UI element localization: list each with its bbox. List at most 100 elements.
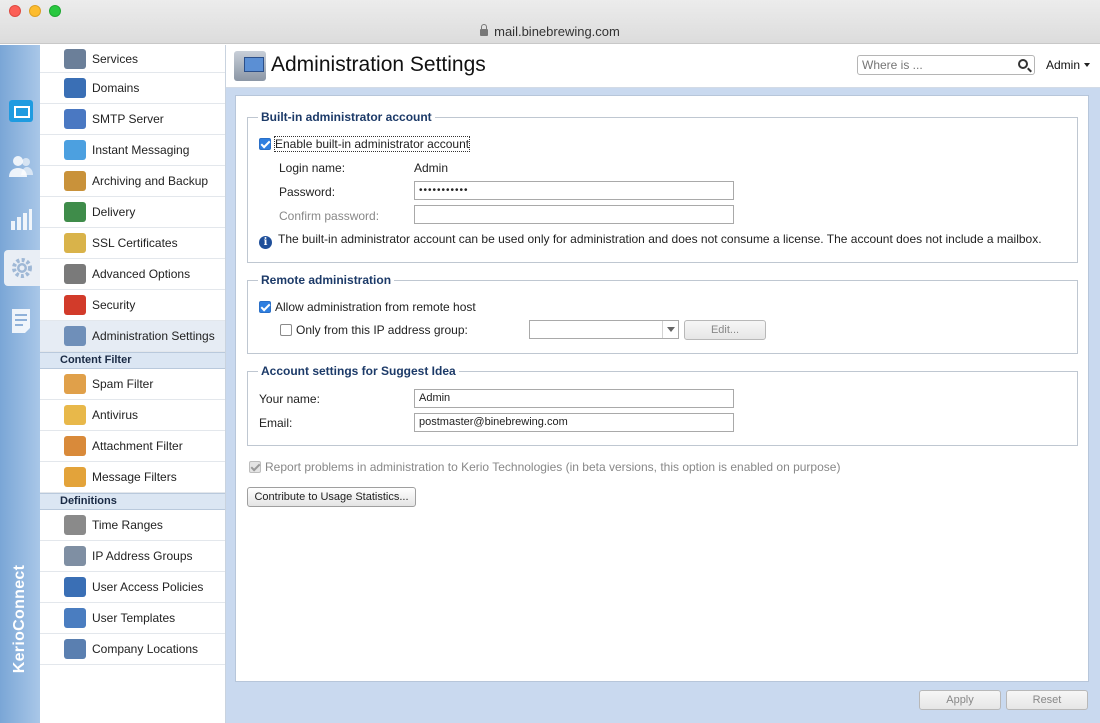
remote-admin-fieldset: Remote administration Allow administrati…	[247, 273, 1078, 354]
address-bar[interactable]: mail.binebrewing.com	[0, 24, 1100, 39]
window-maximize-button[interactable]	[49, 5, 61, 17]
builtin-admin-legend: Built-in administrator account	[258, 110, 435, 124]
sidebar-item-label: Attachment Filter	[92, 439, 183, 453]
report-problems-row[interactable]: Report problems in administration to Ker…	[249, 460, 840, 474]
company-locations-icon	[64, 639, 86, 659]
notes-icon	[12, 309, 30, 333]
rail-mail[interactable]	[4, 93, 38, 129]
sidebar-item-archiving-and-backup[interactable]: Archiving and Backup	[40, 166, 225, 197]
smtp-server-icon	[64, 109, 86, 129]
sidebar-item-security[interactable]: Security	[40, 290, 225, 321]
sidebar-item-company-locations[interactable]: Company Locations	[40, 634, 225, 665]
sidebar-item-administration-settings[interactable]: Administration Settings	[40, 321, 225, 352]
lock-icon	[480, 24, 489, 36]
sidebar-item-user-access-policies[interactable]: User Access Policies	[40, 572, 225, 603]
rail-contacts[interactable]	[4, 148, 38, 184]
admin-settings-icon	[64, 326, 86, 346]
mail-icon	[9, 100, 33, 122]
sidebar-item-label: Domains	[92, 81, 140, 95]
login-name-value: Admin	[414, 161, 449, 175]
page-header: Administration Settings Admin	[226, 45, 1100, 88]
only-ip-group-row[interactable]: Only from this IP address group:	[280, 323, 468, 337]
email-label: Email:	[259, 416, 293, 430]
sidebar-section-content-filter: Content Filter	[40, 352, 225, 369]
sidebar-nav: Services Domains SMTP Server Instant Messag…	[40, 45, 226, 723]
archive-box-icon	[64, 171, 86, 191]
search-input[interactable]	[858, 56, 1008, 74]
antivirus-icon	[64, 405, 86, 425]
page-title: Administration Settings	[271, 53, 486, 76]
sidebar-item-antivirus[interactable]: Antivirus	[40, 400, 225, 431]
sidebar-item-user-templates[interactable]: User Templates	[40, 603, 225, 634]
confirm-password-field[interactable]	[414, 205, 734, 224]
stop-hand-icon	[64, 295, 86, 315]
ip-group-select[interactable]	[529, 320, 679, 339]
reset-button[interactable]: Reset	[1006, 690, 1088, 710]
contribute-usage-statistics-button[interactable]: Contribute to Usage Statistics...	[247, 487, 416, 507]
report-problems-checkbox[interactable]	[249, 461, 261, 473]
chevron-down-icon	[1084, 63, 1091, 67]
sidebar-item-label: Company Locations	[92, 642, 199, 656]
sidebar-item-delivery[interactable]: Delivery	[40, 197, 225, 228]
allow-remote-row[interactable]: Allow administration from remote host	[259, 300, 476, 314]
sidebar-item-label: Archiving and Backup	[92, 174, 209, 188]
sidebar-item-label: User Templates	[92, 611, 176, 625]
app-rail: KerioConnect	[0, 45, 40, 723]
search-box[interactable]	[857, 55, 1035, 75]
rail-configuration[interactable]	[4, 250, 40, 286]
sidebar-item-label: Instant Messaging	[92, 143, 190, 157]
sidebar-item-domains[interactable]: Domains	[40, 73, 225, 104]
only-ip-group-checkbox[interactable]	[280, 324, 292, 336]
window-minimize-button[interactable]	[29, 5, 41, 17]
edit-ip-group-button[interactable]: Edit...	[684, 320, 766, 340]
sidebar-item-label: Spam Filter	[92, 377, 154, 391]
brand-logo: KerioConnect	[11, 564, 28, 674]
apply-button[interactable]: Apply	[919, 690, 1001, 710]
sidebar-item-label: Services	[92, 51, 139, 66]
sidebar-item-instant-messaging[interactable]: Instant Messaging	[40, 135, 225, 166]
at-sign-icon	[64, 78, 86, 98]
url-text: mail.binebrewing.com	[494, 24, 620, 39]
rail-statistics[interactable]	[4, 201, 38, 237]
remote-admin-legend: Remote administration	[258, 273, 395, 287]
search-icon[interactable]	[1018, 59, 1028, 69]
sidebar-item-label: Administration Settings	[92, 329, 215, 343]
admin-settings-page-icon	[234, 51, 266, 81]
sidebar-item-time-ranges[interactable]: Time Ranges	[40, 510, 225, 541]
enable-builtin-checkbox[interactable]	[259, 138, 271, 150]
enable-builtin-row[interactable]: Enable built-in administrator account	[259, 136, 471, 152]
allow-remote-label[interactable]: Allow administration from remote host	[275, 300, 476, 314]
sidebar-item-advanced-options[interactable]: Advanced Options	[40, 259, 225, 290]
builtin-admin-fieldset: Built-in administrator account Enable bu…	[247, 110, 1078, 263]
rail-logs[interactable]	[4, 303, 38, 339]
sidebar-item-label: SMTP Server	[92, 112, 164, 126]
window-close-button[interactable]	[9, 5, 21, 17]
sidebar-item-label: User Access Policies	[92, 580, 204, 594]
user-menu[interactable]: Admin	[1046, 58, 1091, 72]
sidebar-item-ip-address-groups[interactable]: IP Address Groups	[40, 541, 225, 572]
sidebar-item-ssl-certificates[interactable]: SSL Certificates	[40, 228, 225, 259]
sidebar-item-label: Security	[92, 298, 136, 312]
sidebar-item-services[interactable]: Services	[40, 45, 225, 73]
confirm-password-label: Confirm password:	[279, 209, 380, 223]
window-titlebar: mail.binebrewing.com	[0, 0, 1100, 44]
enable-builtin-label[interactable]: Enable built-in administrator account	[273, 136, 471, 152]
sidebar-item-smtp-server[interactable]: SMTP Server	[40, 104, 225, 135]
email-field[interactable]: postmaster@binebrewing.com	[414, 413, 734, 432]
sidebar-item-attachment-filter[interactable]: Attachment Filter	[40, 431, 225, 462]
only-ip-group-label[interactable]: Only from this IP address group:	[296, 323, 468, 337]
suggest-idea-legend: Account settings for Suggest Idea	[258, 364, 459, 378]
password-field[interactable]: •••••••••••	[414, 181, 734, 200]
chevron-down-icon[interactable]	[662, 321, 678, 338]
ip-groups-icon	[64, 546, 86, 566]
sidebar-item-label: Antivirus	[92, 408, 139, 422]
gear-icon	[12, 258, 32, 278]
sidebar-item-label: SSL Certificates	[92, 236, 178, 250]
builtin-info: i The built-in administrator account can …	[259, 232, 1042, 249]
sidebar-item-spam-filter[interactable]: Spam Filter	[40, 369, 225, 400]
your-name-field[interactable]: Admin	[414, 389, 734, 408]
time-ranges-icon	[64, 515, 86, 535]
allow-remote-checkbox[interactable]	[259, 301, 271, 313]
sidebar-item-message-filters[interactable]: Message Filters	[40, 462, 225, 493]
sidebar-item-label: IP Address Groups	[92, 549, 193, 563]
